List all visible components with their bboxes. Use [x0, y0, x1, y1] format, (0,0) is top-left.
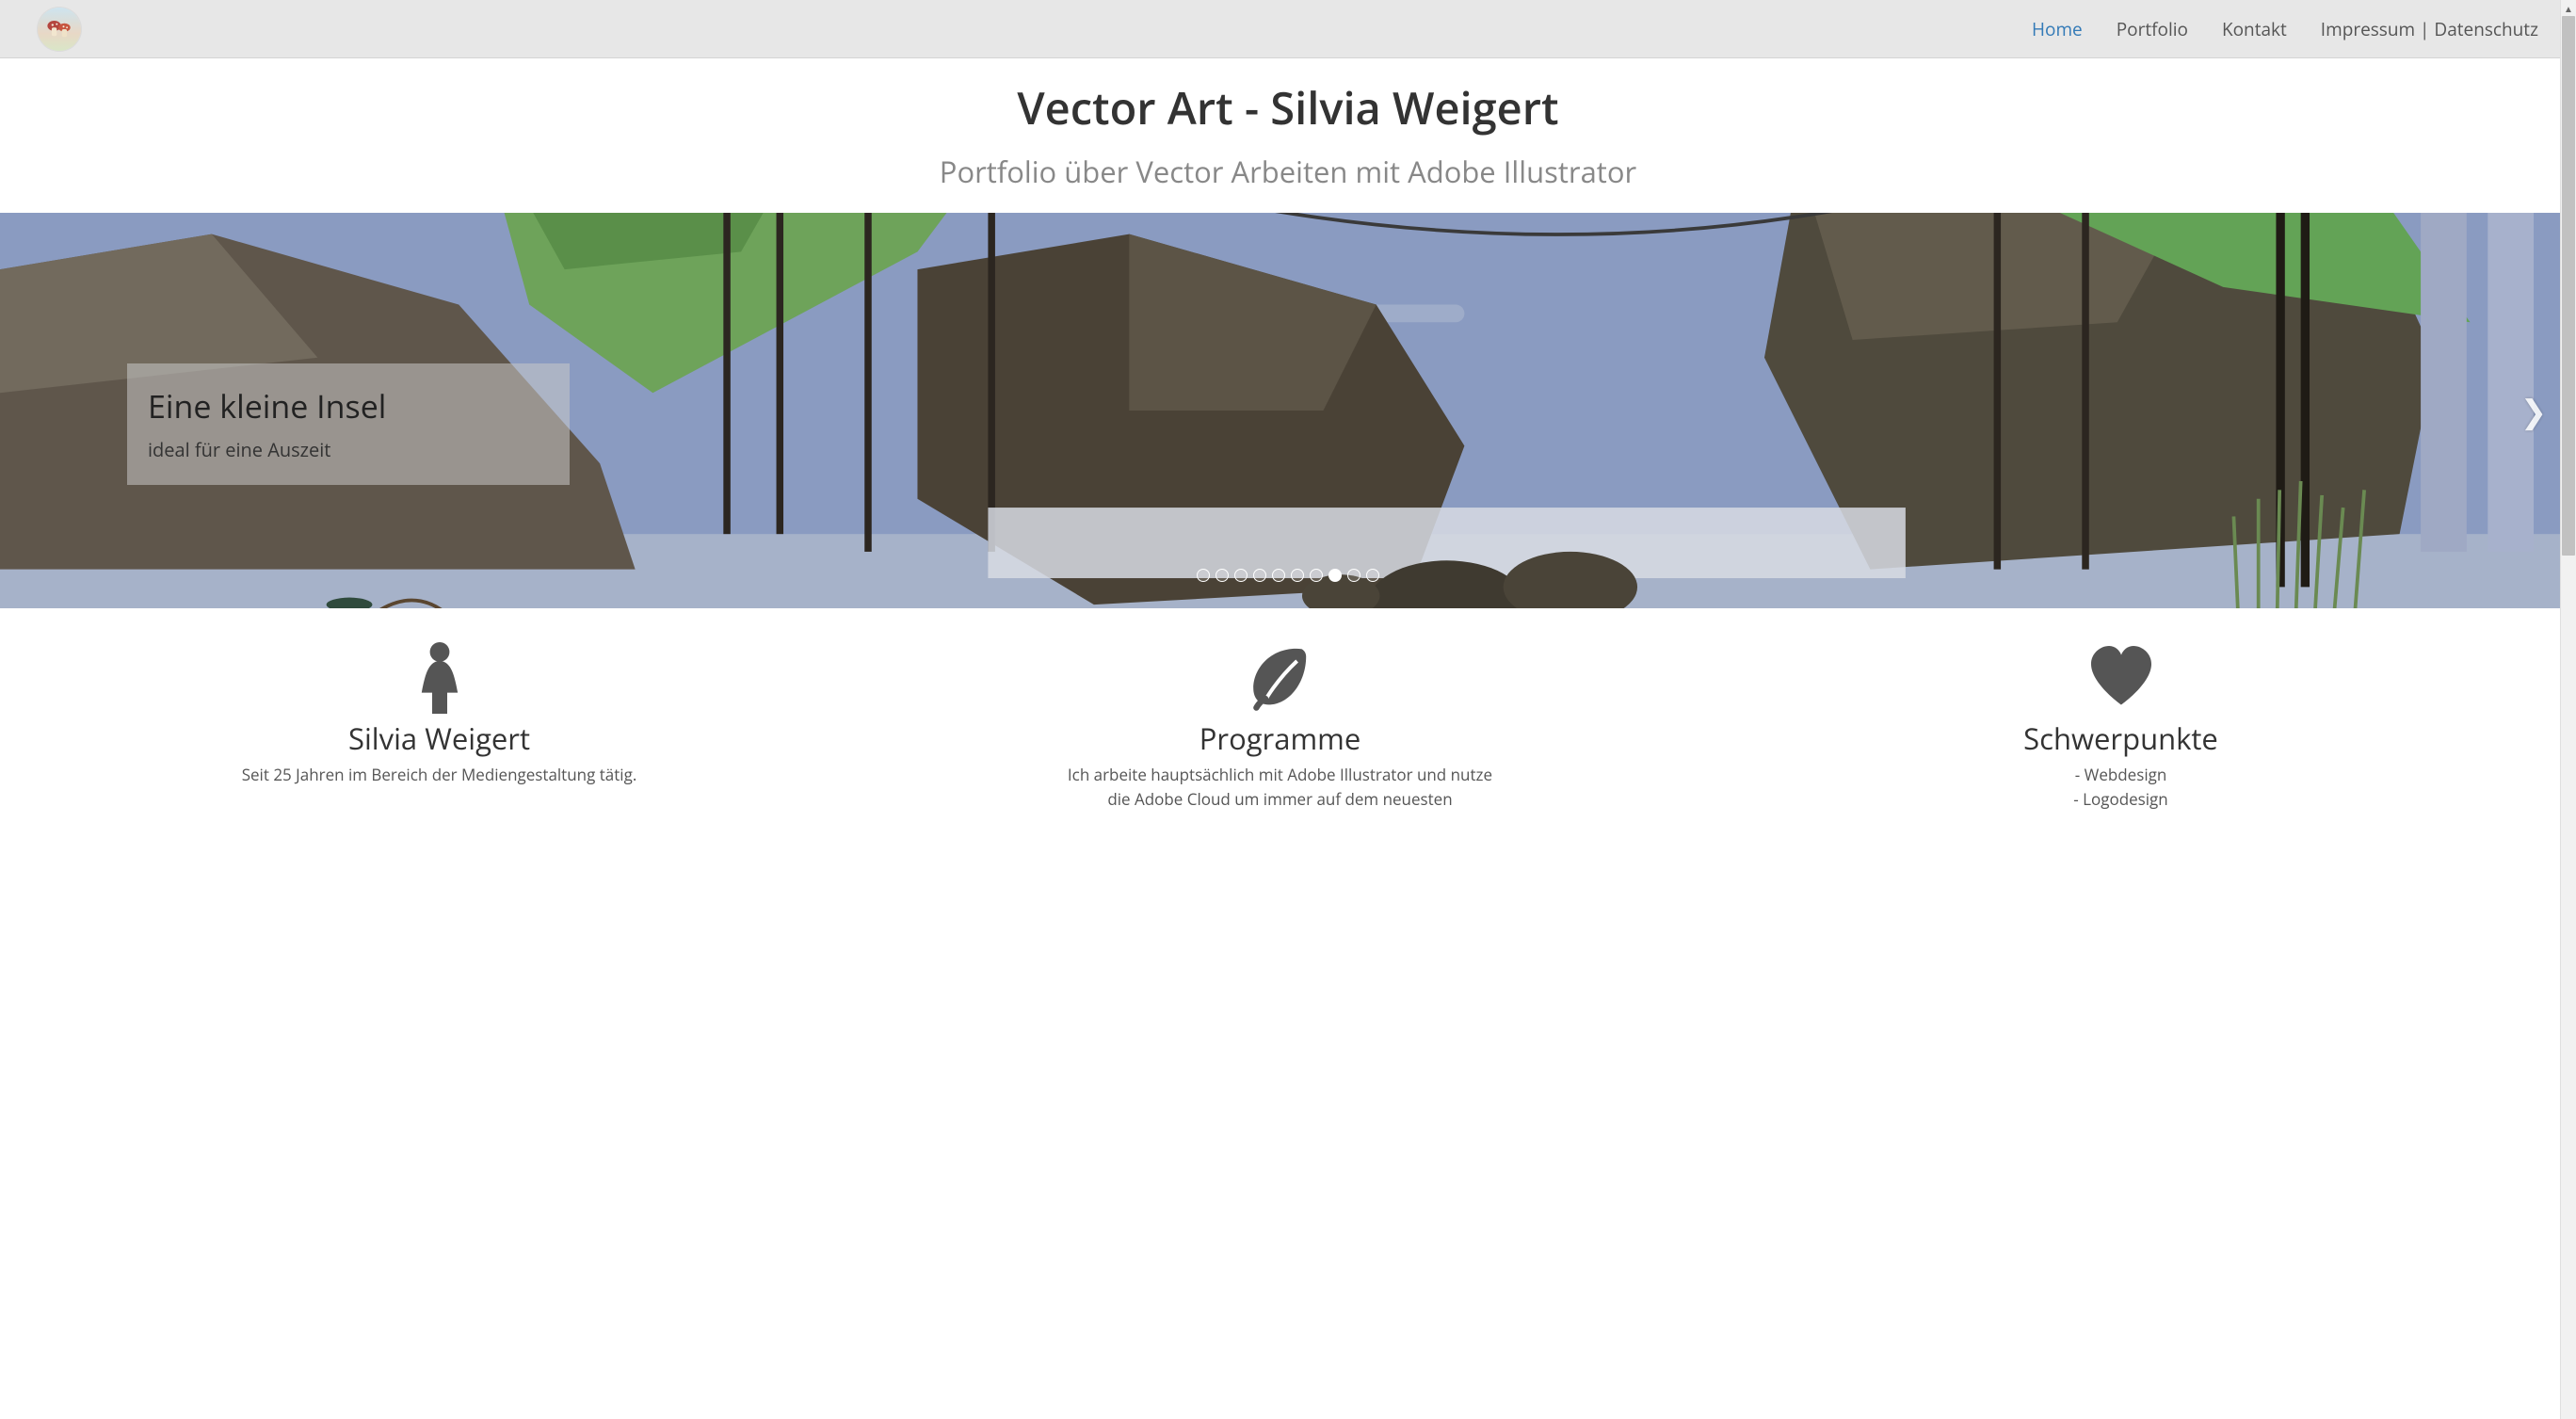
mushroom-logo-icon — [42, 12, 76, 46]
caption-text: ideal für eine Auszeit — [148, 437, 549, 462]
nav-link-label: Home — [2032, 17, 2083, 41]
carousel-indicator-9[interactable] — [1366, 569, 1379, 582]
nav-link-label: Kontakt — [2222, 17, 2287, 41]
feature-columns: Silvia Weigert Seit 25 Jahren im Bereich … — [0, 608, 2560, 820]
carousel-indicator-4[interactable] — [1272, 569, 1285, 582]
page-subtitle: Portfolio über Vector Arbeiten mit Adobe… — [0, 153, 2576, 192]
carousel-next-button[interactable]: ❯ — [2512, 389, 2555, 432]
carousel-indicator-8[interactable] — [1347, 569, 1360, 582]
carousel-indicator-0[interactable] — [1197, 569, 1210, 582]
chevron-right-icon: ❯ — [2520, 389, 2548, 432]
heart-icon — [1900, 637, 2343, 716]
scroll-up-arrow-icon[interactable]: ▲ — [2561, 0, 2576, 16]
feature-text: Seit 25 Jahren im Bereich der Mediengest… — [218, 763, 661, 787]
feature-text: Ich arbeite hauptsächlich mit Adobe Illu… — [1059, 763, 1502, 811]
carousel-indicator-5[interactable] — [1291, 569, 1304, 582]
scroll-thumb[interactable] — [2562, 16, 2575, 556]
carousel-indicator-7[interactable] — [1328, 569, 1342, 582]
site-logo[interactable] — [38, 8, 81, 51]
carousel-indicator-2[interactable] — [1234, 569, 1248, 582]
feature-title: Schwerpunkte — [1900, 719, 2343, 759]
carousel-indicator-3[interactable] — [1253, 569, 1266, 582]
feature-text: - Webdesign - Logodesign — [1900, 763, 2343, 811]
carousel-indicator-6[interactable] — [1310, 569, 1323, 582]
carousel-caption: Eine kleine Insel ideal für eine Auszeit — [127, 363, 570, 485]
female-icon — [218, 637, 661, 716]
carousel-indicator-1[interactable] — [1216, 569, 1229, 582]
navbar: Home Portfolio Kontakt Impressum | Datensch… — [0, 0, 2576, 58]
vertical-scrollbar[interactable]: ▲ — [2560, 0, 2576, 1419]
feature-column-2: Schwerpunkte- Webdesign - Logodesign — [1900, 637, 2343, 811]
feature-column-0: Silvia Weigert Seit 25 Jahren im Bereich … — [218, 637, 661, 811]
nav-link-label: Impressum | Datenschutz — [2321, 17, 2538, 41]
hero-titles: Vector Art - Silvia Weigert Portfolio üb… — [0, 58, 2576, 213]
carousel-indicators — [1197, 569, 1379, 582]
leaf-icon — [1059, 637, 1502, 716]
nav-link-label: Portfolio — [2117, 17, 2188, 41]
nav-link-portfolio[interactable]: Portfolio — [2117, 17, 2188, 41]
feature-title: Programme — [1059, 719, 1502, 759]
nav-link-home[interactable]: Home — [2032, 17, 2083, 41]
nav-link-impressum-datenschutz[interactable]: Impressum | Datenschutz — [2321, 17, 2538, 41]
nav-link-kontakt[interactable]: Kontakt — [2222, 17, 2287, 41]
page-title: Vector Art - Silvia Weigert — [0, 77, 2576, 137]
carousel: Eine kleine Insel ideal für eine Auszeit… — [0, 213, 2576, 608]
feature-title: Silvia Weigert — [218, 719, 661, 759]
caption-title: Eine kleine Insel — [148, 384, 549, 427]
feature-column-1: ProgrammeIch arbeite hauptsächlich mit A… — [1059, 637, 1502, 811]
